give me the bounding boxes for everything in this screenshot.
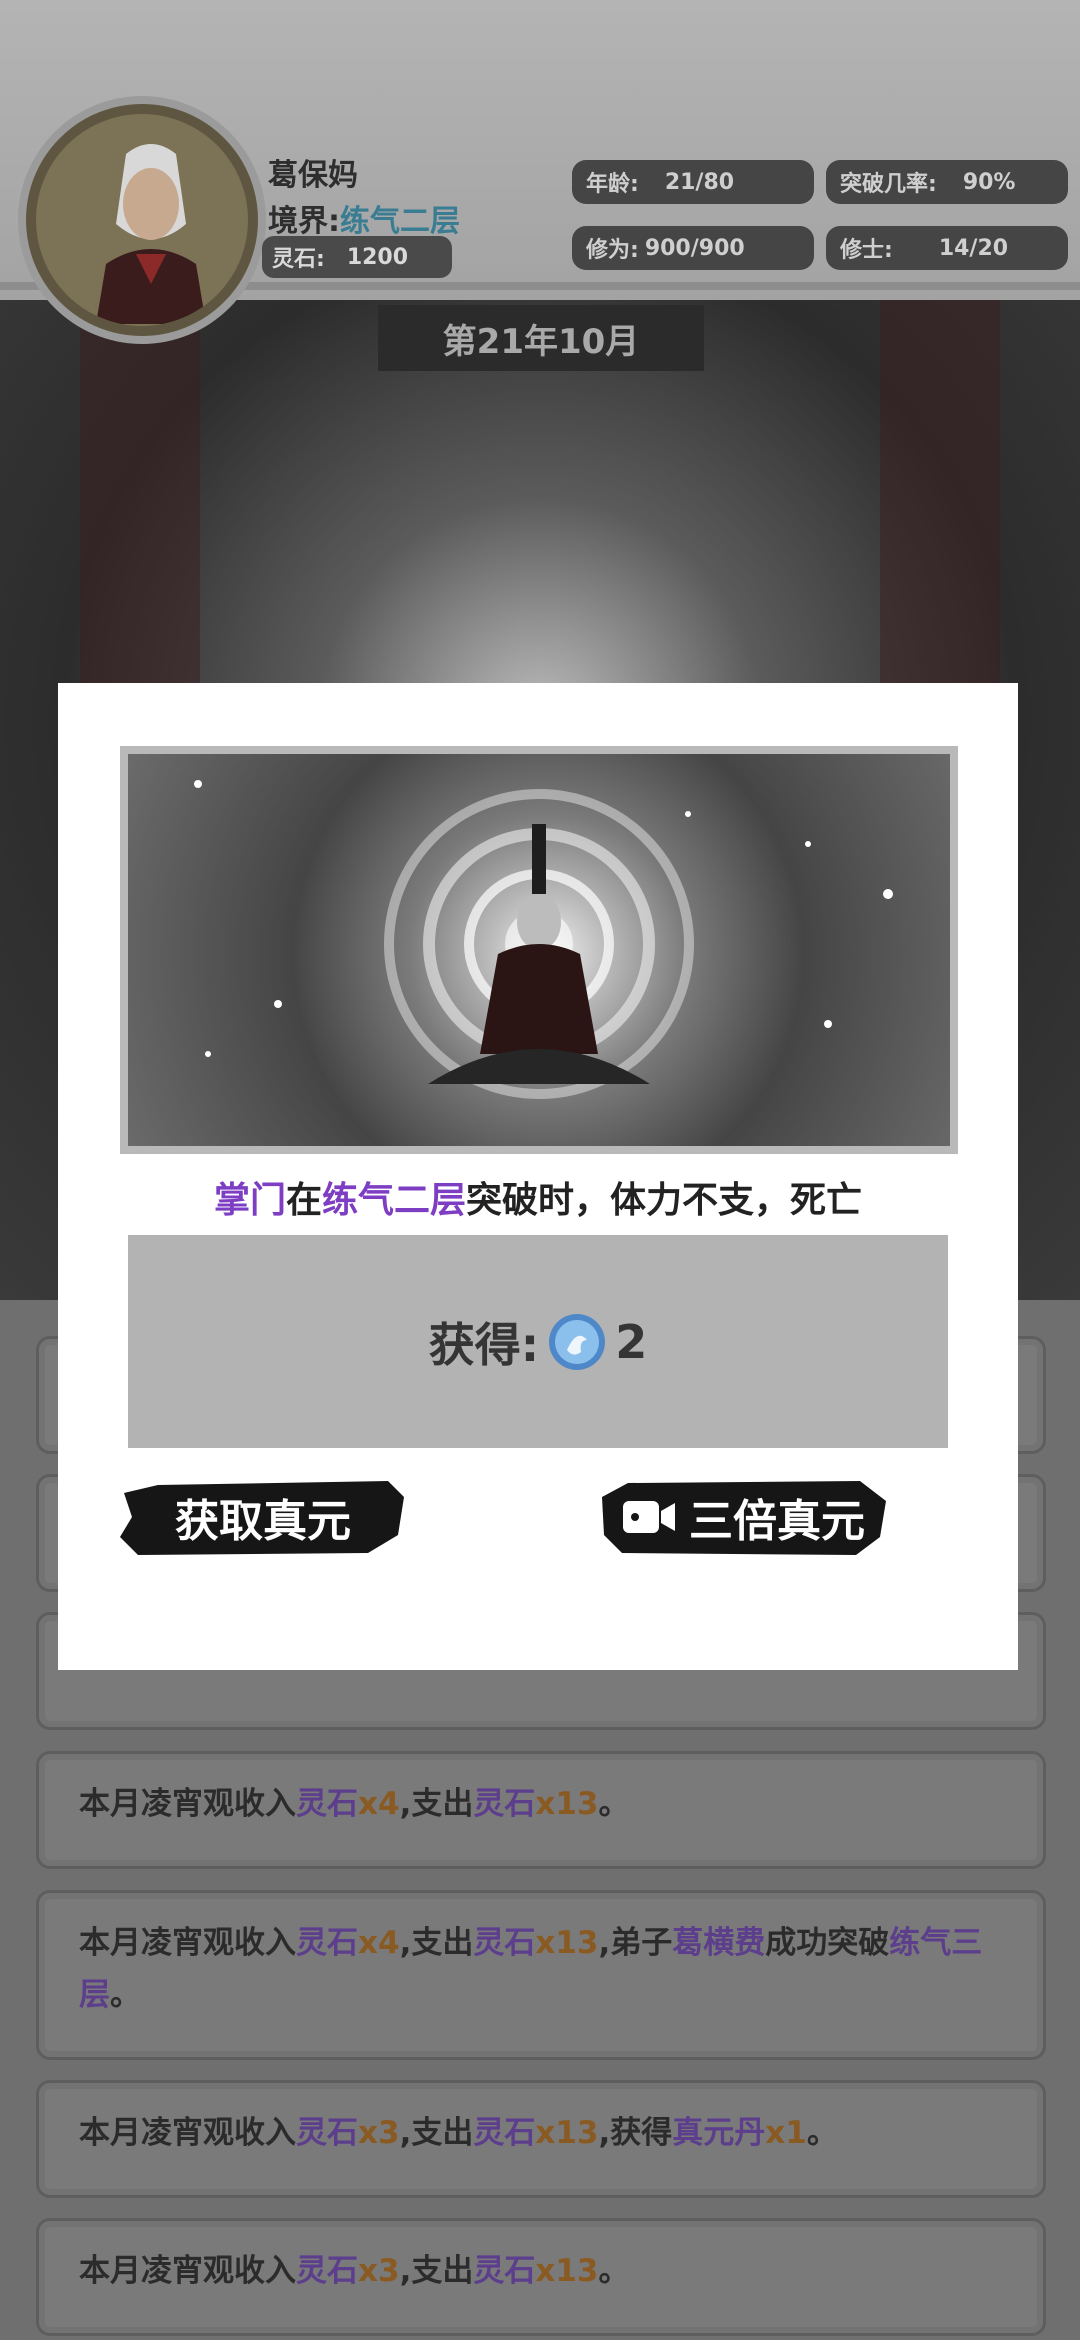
quantity-text: x13 — [535, 1925, 599, 1961]
spirit-stone-value: 1200 — [346, 244, 409, 270]
triple-essence-button[interactable]: 三倍真元 — [598, 1475, 888, 1559]
quantity-text: x1 — [765, 2115, 807, 2151]
log-text: 。 — [110, 1977, 141, 2013]
cultivation-stat: 修为: 900/900 — [572, 226, 814, 270]
log-text: 突破时，体力不支，死亡 — [466, 1180, 863, 1221]
quantity-text: x13 — [535, 1786, 599, 1822]
highlight-text: 灵石 — [473, 2253, 536, 2289]
quantity-text: x13 — [535, 2253, 599, 2289]
list-item: 本月凌宵观收入灵石x4,支出灵石x13,弟子葛横费成功突破练气三层。 — [36, 1890, 1046, 2060]
highlight-text: 真元丹 — [672, 2115, 766, 2151]
highlight-text: 灵石 — [296, 1925, 358, 1961]
log-text: ,支出 — [399, 2115, 474, 2151]
quantity-text: x13 — [535, 2115, 599, 2151]
breakthrough-chance-label: 突破几率: — [840, 172, 937, 197]
reward-label: 获得: — [428, 1317, 540, 1372]
highlight-text: 练气二层 — [322, 1180, 467, 1221]
breakthrough-result-dialog: 掌门在练气二层突破时，体力不支，死亡 获得: 2 获取真元 三倍真元 — [58, 683, 1018, 1670]
log-text: ,支出 — [399, 1925, 474, 1961]
quantity-text: x3 — [358, 2253, 400, 2289]
spirit-stone-counter: 灵石: 1200 — [262, 236, 452, 278]
cultivation-value: 900/900 — [644, 235, 745, 261]
list-item: 本月凌宵观收入灵石x4,支出灵石x13。 — [36, 1751, 1046, 1869]
reward-panel: 获得: 2 — [128, 1235, 948, 1448]
breakthrough-chance-stat: 突破几率: 90% — [826, 160, 1068, 204]
video-icon — [623, 1501, 675, 1533]
log-text: 本月凌宵观收入 — [79, 2253, 296, 2289]
log-text: ,支出 — [399, 2253, 474, 2289]
spirit-stone-label: 灵石: — [272, 247, 325, 272]
realm-label: 境界: — [268, 204, 340, 239]
log-text: 。 — [598, 1786, 630, 1822]
age-value: 21/80 — [664, 169, 735, 195]
disciples-value: 14/20 — [938, 235, 1009, 261]
player-name: 葛保妈 — [268, 158, 358, 193]
claim-essence-button[interactable]: 获取真元 — [118, 1475, 408, 1559]
log-text: 。 — [806, 2115, 838, 2151]
reward-amount: 2 — [615, 1314, 648, 1369]
triple-essence-label: 三倍真元 — [689, 1496, 865, 1547]
game-date: 第21年10月 — [378, 305, 704, 371]
age-stat: 年龄: 21/80 — [572, 160, 814, 204]
highlight-text: 灵石 — [473, 2115, 536, 2151]
quantity-text: x4 — [358, 1925, 400, 1961]
log-text: 在 — [285, 1180, 322, 1221]
log-text: 成功突破 — [765, 1925, 890, 1961]
quantity-text: x4 — [358, 1786, 400, 1822]
highlight-text: 掌门 — [213, 1180, 286, 1221]
disciples-stat: 修士: 14/20 — [826, 226, 1068, 270]
realm-row: 境界:练气二层 — [268, 196, 460, 240]
highlight-text: 灵石 — [296, 1786, 358, 1822]
highlight-text: 灵石 — [296, 2253, 358, 2289]
highlight-text: 灵石 — [473, 1925, 536, 1961]
log-text: ,弟子 — [598, 1925, 673, 1961]
list-item: 本月凌宵观收入灵石x3,支出灵石x13。 — [36, 2218, 1046, 2336]
highlight-text: 灵石 — [473, 1786, 536, 1822]
vortex-meditation-icon — [194, 780, 893, 1099]
claim-essence-label: 获取真元 — [175, 1496, 351, 1547]
log-text: 本月凌宵观收入 — [79, 1786, 296, 1822]
true-essence-orb-icon — [549, 1313, 606, 1370]
log-text: ,获得 — [598, 2115, 673, 2151]
breakthrough-message: 掌门在练气二层突破时，体力不支，死亡 — [58, 1171, 1018, 1223]
highlight-text: 灵石 — [296, 2115, 358, 2151]
log-text: 。 — [598, 2253, 630, 2289]
log-text: 本月凌宵观收入 — [79, 1925, 296, 1961]
list-item: 本月凌宵观收入灵石x3,支出灵石x13,获得真元丹x1。 — [36, 2080, 1046, 2198]
avatar[interactable] — [26, 104, 258, 336]
breakthrough-chance-value: 90% — [962, 169, 1016, 195]
sect-master-portrait-icon — [96, 144, 206, 324]
log-text: ,支出 — [399, 1786, 474, 1822]
meditation-illustration — [120, 746, 958, 1154]
quantity-text: x3 — [358, 2115, 400, 2151]
disciples-label: 修士: — [840, 238, 893, 263]
age-label: 年龄: — [586, 172, 639, 197]
cultivation-label: 修为: — [586, 238, 639, 263]
realm-value: 练气二层 — [340, 204, 460, 239]
highlight-text: 葛横费 — [672, 1925, 766, 1961]
log-text: 本月凌宵观收入 — [79, 2115, 296, 2151]
